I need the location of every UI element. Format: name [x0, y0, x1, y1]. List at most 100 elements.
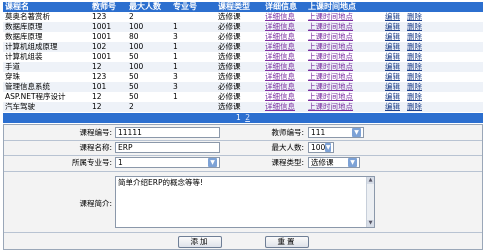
header-schedule: 上课时间地点	[306, 2, 383, 12]
delete-link[interactable]: 删除	[405, 102, 483, 112]
course-name-cell: 汽车驾驶	[3, 102, 90, 112]
max-students-cell: 80	[127, 32, 171, 42]
header-delete	[405, 2, 483, 12]
edit-link[interactable]: 编辑	[383, 82, 405, 92]
add-button[interactable]: 添加	[178, 236, 222, 248]
scroll-up-icon[interactable]: ▲	[367, 177, 374, 184]
max-students-cell: 50	[127, 92, 171, 102]
teacher-id-cell: 123	[90, 12, 127, 22]
edit-link[interactable]: 编辑	[383, 22, 405, 32]
major-id-value: 1	[118, 158, 123, 167]
schedule-link[interactable]: 上课时间地点	[306, 52, 383, 62]
table-row: 汽车驾驶 12 2 选修课 详细信息 上课时间地点 编辑 删除	[3, 102, 483, 112]
major-id-cell: 1	[171, 22, 216, 32]
max-students-select[interactable]: 100 ▼	[308, 142, 334, 153]
schedule-link[interactable]: 上课时间地点	[306, 42, 383, 52]
delete-link[interactable]: 删除	[405, 52, 483, 62]
teacher-id-cell: 102	[90, 42, 127, 52]
chevron-down-icon: ▼	[325, 143, 331, 152]
delete-link[interactable]: 删除	[405, 22, 483, 32]
edit-link[interactable]: 编辑	[383, 42, 405, 52]
course-name-input[interactable]: ERP	[115, 142, 220, 153]
table-header-row: 课程名 教师号 最大人数 专业号 课程类型 详细信息 上课时间地点	[3, 2, 483, 12]
page-link-2[interactable]: 2	[245, 113, 250, 122]
max-students-cell: 100	[127, 62, 171, 72]
edit-link[interactable]: 编辑	[383, 32, 405, 42]
schedule-link[interactable]: 上课时间地点	[306, 102, 383, 112]
delete-link[interactable]: 删除	[405, 92, 483, 102]
schedule-link[interactable]: 上课时间地点	[306, 62, 383, 72]
details-link[interactable]: 详细信息	[263, 72, 306, 82]
course-id-input[interactable]: 11111	[115, 127, 220, 138]
reset-button[interactable]: 重置	[265, 236, 309, 248]
schedule-link[interactable]: 上课时间地点	[306, 92, 383, 102]
schedule-link[interactable]: 上课时间地点	[306, 12, 383, 22]
course-type-cell: 选修课	[216, 62, 263, 72]
table-row: 计算机组成原理 102 100 1 必修课 详细信息 上课时间地点 编辑 删除	[3, 42, 483, 52]
course-type-select[interactable]: 选修课 ▼	[308, 157, 360, 168]
details-link[interactable]: 详细信息	[263, 22, 306, 32]
course-name-cell: 手道	[3, 62, 90, 72]
edit-link[interactable]: 编辑	[383, 72, 405, 82]
delete-link[interactable]: 删除	[405, 82, 483, 92]
major-id-cell: 1	[171, 62, 216, 72]
edit-link[interactable]: 编辑	[383, 62, 405, 72]
details-link[interactable]: 详细信息	[263, 12, 306, 22]
table-row: 数据库原理 1001 100 1 必修课 详细信息 上课时间地点 编辑 删除	[3, 22, 483, 32]
course-id-label: 课程编号:	[79, 128, 112, 137]
details-link[interactable]: 详细信息	[263, 92, 306, 102]
edit-link[interactable]: 编辑	[383, 12, 405, 22]
delete-link[interactable]: 删除	[405, 32, 483, 42]
schedule-link[interactable]: 上课时间地点	[306, 22, 383, 32]
delete-link[interactable]: 删除	[405, 72, 483, 82]
delete-link[interactable]: 删除	[405, 42, 483, 52]
intro-text: 简单介绍ERP的概念等等!	[118, 178, 203, 187]
max-students-cell: 2	[127, 102, 171, 112]
course-name-cell: 数据库原理	[3, 32, 90, 42]
delete-link[interactable]: 删除	[405, 62, 483, 72]
textarea-scrollbar[interactable]: ▲ ▼	[366, 177, 374, 227]
teacher-id-select[interactable]: 111 ▼	[308, 127, 364, 138]
major-id-cell: 1	[171, 52, 216, 62]
schedule-link[interactable]: 上课时间地点	[306, 32, 383, 42]
details-link[interactable]: 详细信息	[263, 82, 306, 92]
intro-textarea[interactable]: 简单介绍ERP的概念等等! ▲ ▼	[115, 176, 375, 228]
schedule-link[interactable]: 上课时间地点	[306, 72, 383, 82]
course-name-cell: 莫奥名著赏析	[3, 12, 90, 22]
details-link[interactable]: 详细信息	[263, 102, 306, 112]
page-current: 1	[236, 113, 241, 122]
table-row: 数据库原理 1001 80 3 必修课 详细信息 上课时间地点 编辑 删除	[3, 32, 483, 42]
row-divider	[4, 232, 482, 233]
course-edit-form: 课程编号: 11111 教师编号: 111 ▼ 课程名称: ERP 最大人数: …	[3, 124, 483, 250]
header-major-id: 专业号	[171, 2, 216, 12]
schedule-link[interactable]: 上课时间地点	[306, 82, 383, 92]
teacher-id-cell: 12	[90, 62, 127, 72]
scroll-down-icon[interactable]: ▼	[367, 220, 374, 227]
details-link[interactable]: 详细信息	[263, 62, 306, 72]
course-type-cell: 必修课	[216, 32, 263, 42]
teacher-id-cell: 123	[90, 72, 127, 82]
course-name-cell: 穿珠	[3, 72, 90, 82]
course-name-cell: 数据库原理	[3, 22, 90, 32]
course-management-page: 课程名 教师号 最大人数 专业号 课程类型 详细信息 上课时间地点 莫奥名著赏析…	[0, 0, 486, 252]
course-name-cell: 计算机组成原理	[3, 42, 90, 52]
row-divider	[4, 171, 482, 172]
table-row: 管理信息系统 101 50 3 必修课 详细信息 上课时间地点 编辑 删除	[3, 82, 483, 92]
row-divider	[4, 155, 482, 156]
max-students-cell: 50	[127, 72, 171, 82]
details-link[interactable]: 详细信息	[263, 52, 306, 62]
chevron-down-icon: ▼	[352, 128, 361, 137]
major-id-select[interactable]: 1 ▼	[115, 157, 220, 168]
max-students-value: 100	[311, 143, 326, 152]
header-course-type: 课程类型	[216, 2, 263, 12]
edit-link[interactable]: 编辑	[383, 52, 405, 62]
course-type-cell: 选修课	[216, 52, 263, 62]
table-row: 计算机组装 1001 50 1 选修课 详细信息 上课时间地点 编辑 删除	[3, 52, 483, 62]
delete-link[interactable]: 删除	[405, 12, 483, 22]
chevron-down-icon: ▼	[208, 158, 217, 167]
details-link[interactable]: 详细信息	[263, 32, 306, 42]
details-link[interactable]: 详细信息	[263, 42, 306, 52]
edit-link[interactable]: 编辑	[383, 92, 405, 102]
edit-link[interactable]: 编辑	[383, 102, 405, 112]
max-students-cell: 2	[127, 12, 171, 22]
